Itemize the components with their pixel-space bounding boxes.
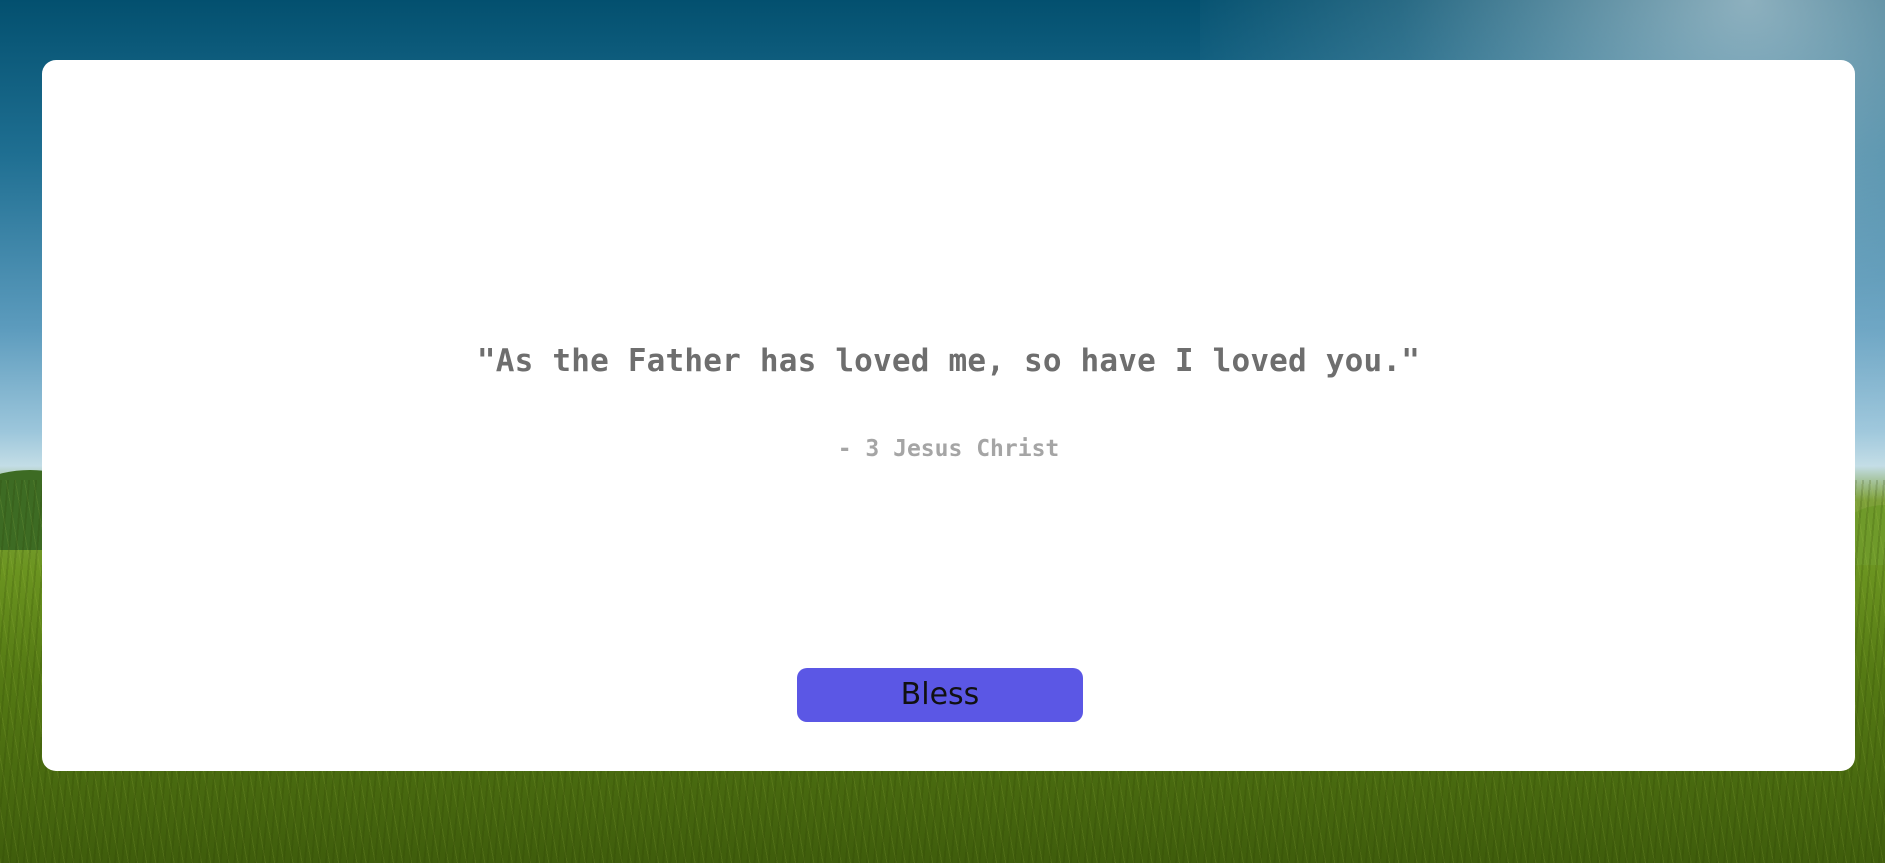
quote-author: - 3 Jesus Christ bbox=[837, 436, 1060, 462]
quote-text: "As the Father has loved me, so have I l… bbox=[476, 343, 1421, 379]
quote-card: "As the Father has loved me, so have I l… bbox=[42, 60, 1855, 771]
bless-button[interactable]: Bless bbox=[797, 668, 1083, 722]
